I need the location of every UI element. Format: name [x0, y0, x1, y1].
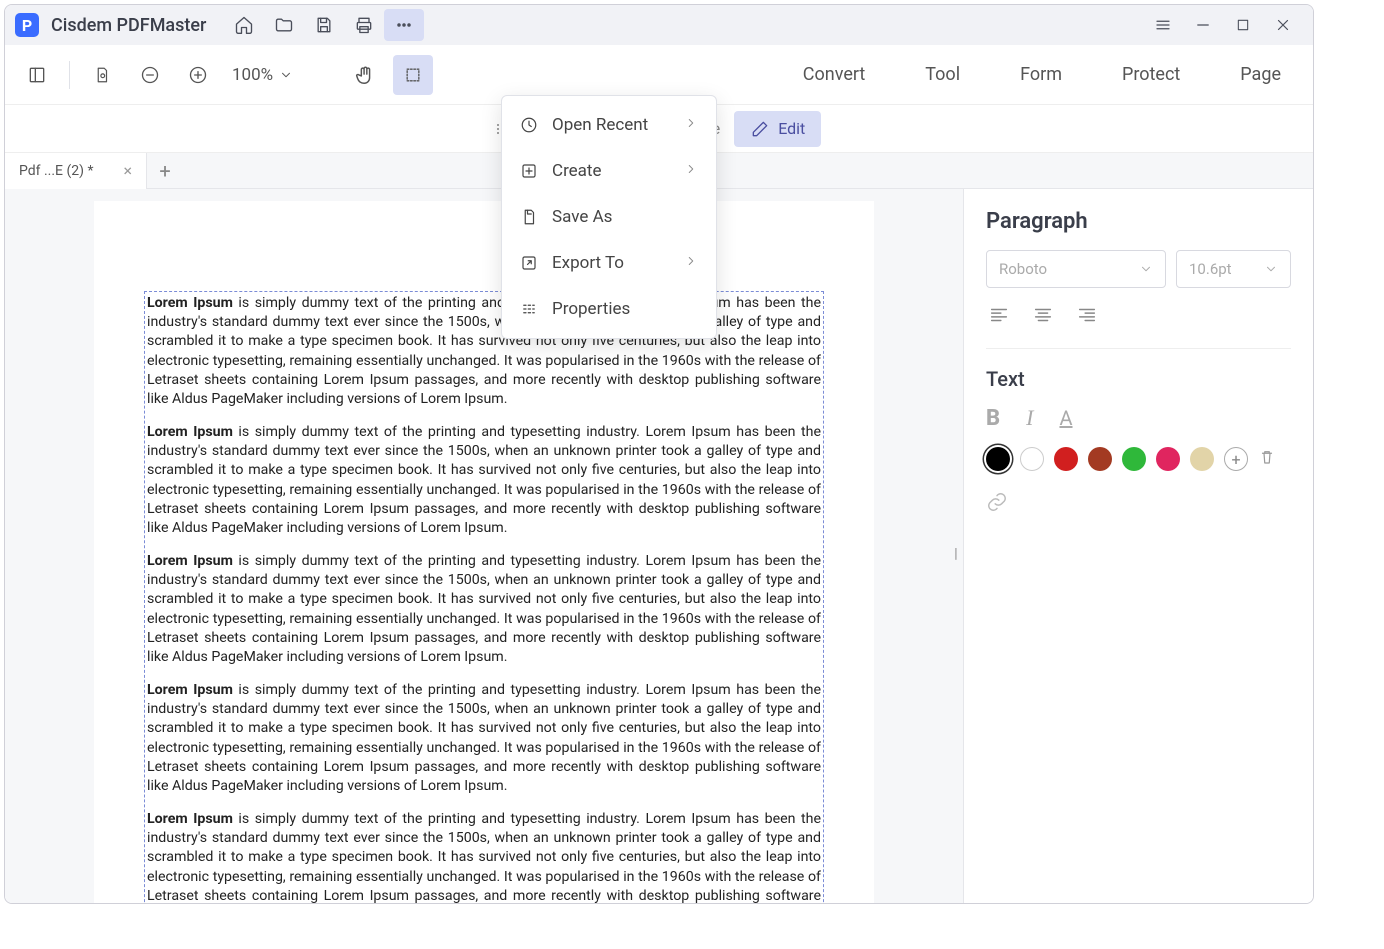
add-tab-button[interactable]: + — [147, 159, 183, 183]
more-dropdown-menu: Open Recent Create Save As Export To Pro… — [501, 95, 717, 339]
hamburger-icon[interactable] — [1143, 9, 1183, 41]
color-tan[interactable] — [1190, 447, 1214, 471]
panel-resize-handle[interactable]: || — [954, 546, 955, 562]
menu-label: Export To — [552, 253, 624, 273]
document-tab[interactable]: Pdf ...E (2) * × — [5, 153, 147, 189]
paragraph-heading: Paragraph — [986, 209, 1291, 234]
zoom-value: 100% — [232, 65, 273, 85]
color-white[interactable] — [1020, 447, 1044, 471]
toolbar: 100% Convert Tool Form Protect Page Open… — [5, 45, 1313, 105]
menu-label: Save As — [552, 207, 612, 227]
print-icon[interactable] — [344, 9, 384, 41]
selection-tool-icon[interactable] — [393, 55, 433, 95]
open-folder-icon[interactable] — [264, 9, 304, 41]
nav-tabs: Convert Tool Form Protect Page — [803, 64, 1301, 85]
menu-save-as[interactable]: Save As — [502, 194, 716, 240]
color-swatches: + — [986, 447, 1291, 471]
color-pink[interactable] — [1156, 447, 1180, 471]
text-heading: Text — [986, 367, 1291, 391]
color-red[interactable] — [1054, 447, 1078, 471]
home-icon[interactable] — [224, 9, 264, 41]
menu-properties[interactable]: Properties — [502, 286, 716, 332]
zoom-level[interactable]: 100% — [226, 65, 299, 85]
document-viewport[interactable]: Lorem Ipsum is simply dummy text of the … — [5, 189, 963, 903]
maximize-button[interactable] — [1223, 9, 1263, 41]
properties-panel: || Paragraph Roboto 10.6pt Text B I A — [963, 189, 1313, 903]
sidebar-toggle-icon[interactable] — [17, 55, 57, 95]
bold-button[interactable]: B — [986, 406, 1000, 431]
tab-title: Pdf ...E (2) * — [19, 163, 94, 179]
italic-button[interactable]: I — [1026, 405, 1033, 431]
close-window-button[interactable] — [1263, 9, 1303, 41]
divider — [69, 61, 70, 89]
page-settings-icon[interactable] — [82, 55, 122, 95]
zoom-in-icon[interactable] — [178, 55, 218, 95]
save-icon[interactable] — [304, 9, 344, 41]
menu-label: Create — [552, 161, 602, 181]
paragraph[interactable]: Lorem Ipsum is simply dummy text of the … — [147, 681, 821, 796]
add-color-button[interactable]: + — [1224, 447, 1248, 471]
titlebar: P Cisdem PDFMaster — [5, 5, 1313, 45]
underline-button[interactable]: A — [1059, 406, 1072, 430]
menu-open-recent[interactable]: Open Recent — [502, 102, 716, 148]
menu-label: Properties — [552, 299, 630, 319]
paragraph[interactable]: Lorem Ipsum is simply dummy text of the … — [147, 810, 821, 903]
edit-label: Edit — [778, 119, 805, 138]
nav-protect[interactable]: Protect — [1122, 64, 1180, 85]
font-size-select[interactable]: 10.6pt — [1176, 250, 1291, 288]
chevron-right-icon — [684, 161, 698, 181]
color-black[interactable] — [986, 447, 1010, 471]
app-logo: P — [15, 13, 39, 37]
paragraph[interactable]: Lorem Ipsum is simply dummy text of the … — [147, 552, 821, 667]
zoom-out-icon[interactable] — [130, 55, 170, 95]
color-brown[interactable] — [1088, 447, 1112, 471]
nav-form[interactable]: Form — [1020, 64, 1062, 85]
nav-page[interactable]: Page — [1240, 64, 1281, 85]
delete-color-icon[interactable] — [1258, 448, 1276, 470]
paragraph[interactable]: Lorem Ipsum is simply dummy text of the … — [147, 423, 821, 538]
color-green[interactable] — [1122, 447, 1146, 471]
hand-tool-icon[interactable] — [345, 55, 385, 95]
align-left-icon[interactable] — [986, 304, 1012, 330]
document-page: Lorem Ipsum is simply dummy text of the … — [94, 201, 874, 903]
align-center-icon[interactable] — [1030, 304, 1056, 330]
nav-tool[interactable]: Tool — [925, 64, 960, 85]
edit-button[interactable]: Edit — [734, 111, 821, 147]
paragraph[interactable]: Lorem Ipsum is simply dummy text of the … — [147, 294, 821, 409]
nav-convert[interactable]: Convert — [803, 64, 866, 85]
minimize-button[interactable] — [1183, 9, 1223, 41]
chevron-right-icon — [684, 115, 698, 135]
menu-export-to[interactable]: Export To — [502, 240, 716, 286]
align-right-icon[interactable] — [1074, 304, 1100, 330]
menu-create[interactable]: Create — [502, 148, 716, 194]
more-menu-button[interactable] — [384, 9, 424, 41]
font-family-select[interactable]: Roboto — [986, 250, 1166, 288]
selected-text-block[interactable]: Lorem Ipsum is simply dummy text of the … — [144, 291, 824, 903]
close-tab-icon[interactable]: × — [124, 161, 133, 180]
menu-label: Open Recent — [552, 115, 648, 135]
app-title: Cisdem PDFMaster — [51, 15, 206, 36]
chevron-right-icon — [684, 253, 698, 273]
link-icon[interactable] — [986, 491, 1291, 517]
